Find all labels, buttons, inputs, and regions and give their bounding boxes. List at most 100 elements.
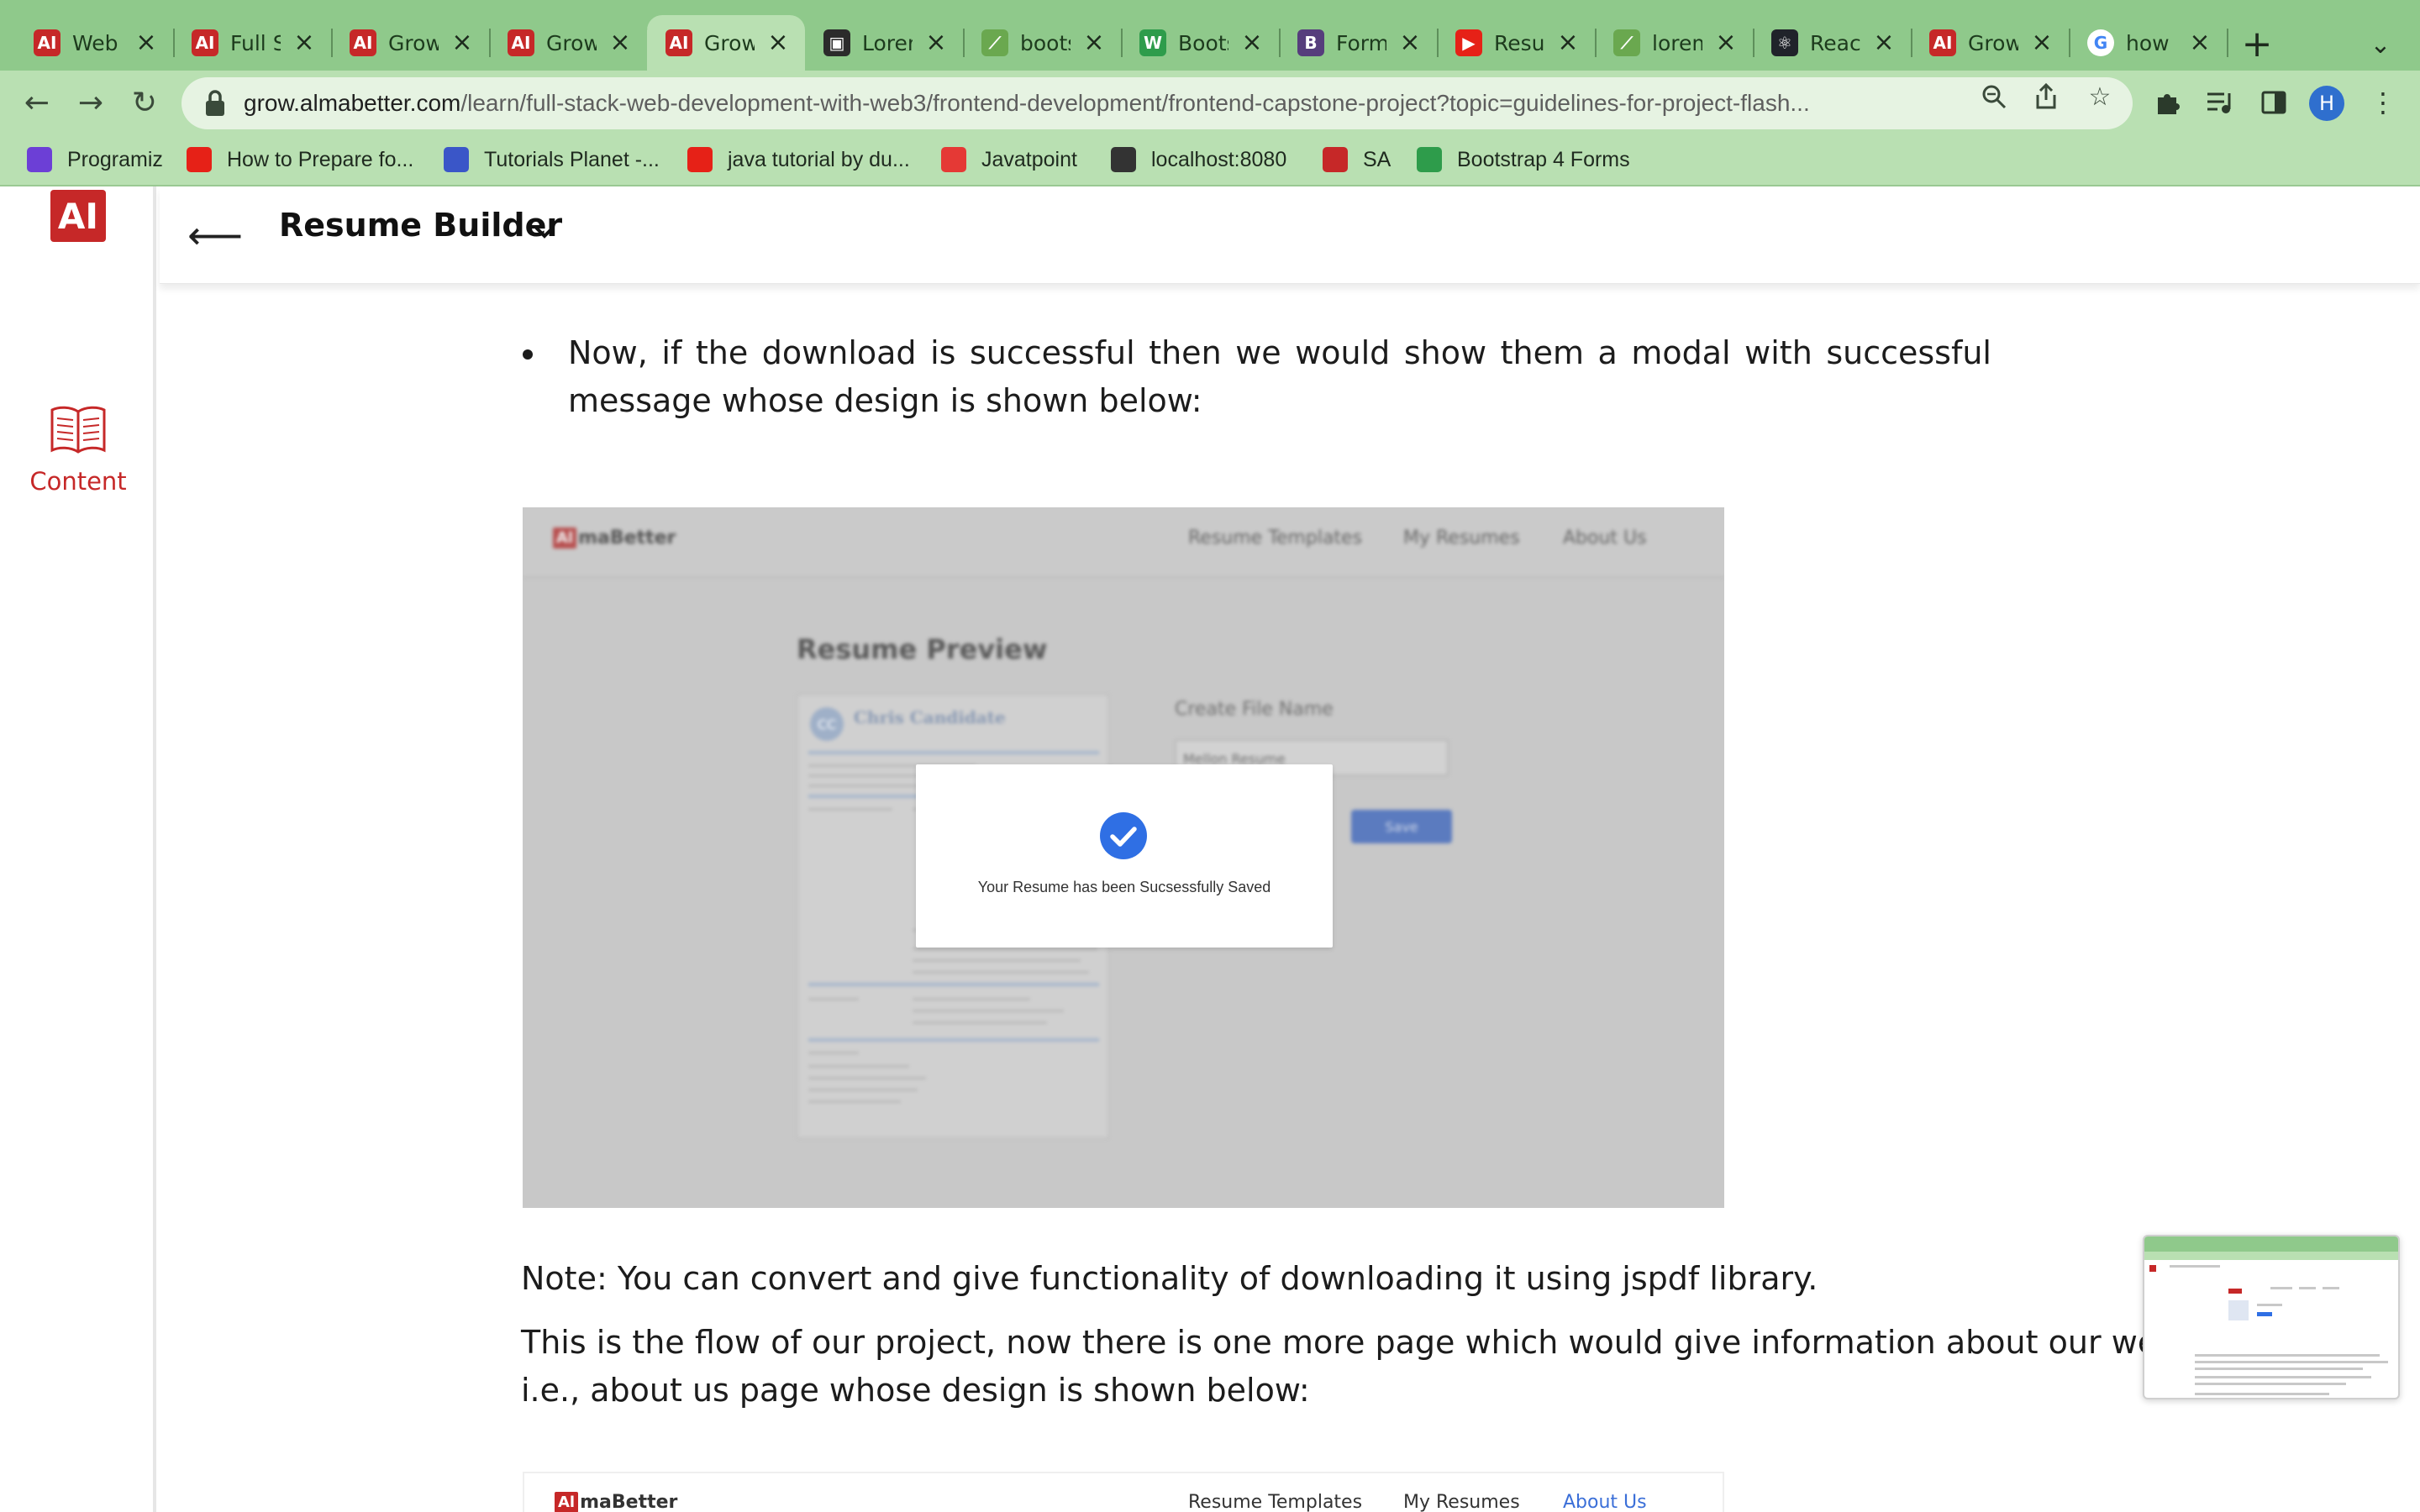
close-tab-icon[interactable]: × [2027,27,2057,57]
browser-tab[interactable]: Ghow to × [2069,15,2228,71]
tab-strip: + ⌄ AI Web Development × AI Full Stack × AI Gro… [0,0,2420,74]
close-tab-icon[interactable]: × [1711,27,1741,57]
side-panel-icon[interactable] [2252,81,2296,124]
tab-title: Lorem [862,30,913,55]
reload-icon[interactable]: ↻ [123,81,166,124]
browser-tab[interactable]: ⟋ bootstrap × [963,15,1123,71]
bookmark-label: Bootstrap 4 Forms [1457,147,1630,171]
mock-preview-title: Resume Preview [797,633,1048,665]
youtube-favicon-icon: ▶ [1455,29,1482,56]
almabetter-favicon-icon: AI [192,29,218,56]
browser-chrome: + ⌄ AI Web Development × AI Full Stack × AI Gro… [0,0,2420,186]
browser-tab[interactable]: AI Grow × [489,15,649,71]
bookmark-item[interactable]: SA [1323,143,1391,176]
bookmark-star-icon[interactable]: ☆ [2082,79,2118,114]
design-screenshot-success-modal: Al maBetter Resume Templates My Resumes A… [523,507,1724,1208]
bookmark-item[interactable]: Bootstrap 4 Forms [1417,143,1630,176]
tab-title: Full Stack [230,30,281,55]
almabetter-icon [1323,147,1348,172]
bookmark-item[interactable]: Tutorials Planet -... [444,143,660,176]
bootstrap-favicon-icon: B [1297,29,1324,56]
profile-avatar[interactable]: H [2309,86,2344,121]
bookmark-item[interactable]: Javatpoint [941,143,1077,176]
chevron-down-icon[interactable] [526,213,563,250]
browser-tab[interactable]: AI Grow × [647,15,805,71]
close-tab-icon[interactable]: × [763,27,793,57]
back-arrow-icon[interactable]: ⟵ [187,210,243,260]
browser-tab[interactable]: ▶ Resume × [1437,15,1597,71]
close-tab-icon[interactable]: × [1395,27,1425,57]
close-tab-icon[interactable]: × [447,27,477,57]
bookmark-label: Javatpoint [981,147,1077,171]
react-favicon-icon: ⚛ [1771,29,1798,56]
close-tab-icon[interactable]: × [1553,27,1583,57]
bookmark-item[interactable]: How to Prepare fo... [187,143,413,176]
back-arrow-icon[interactable]: ← [15,81,59,124]
zoom-icon[interactable] [1976,79,2012,114]
browser-toolbar: ← → ↻ grow.almabetter.com/learn/full-sta… [0,71,2420,134]
sidebar-item-content[interactable]: Content [17,403,139,496]
browser-tab[interactable]: AI Grow × [331,15,491,71]
bookmark-item[interactable]: localhost:8080 [1111,143,1286,176]
tab-title: Grow [388,30,439,55]
youtube-icon [687,147,713,172]
almabetter-favicon-icon: AI [34,29,60,56]
address-bar[interactable]: grow.almabetter.com/learn/full-stack-web… [182,77,2133,129]
close-tab-icon[interactable]: × [1079,27,1109,57]
bootsnipp-favicon-icon: ⟋ [1613,29,1640,56]
tab-title: Grow [704,30,755,55]
lesson-content-continued: Note: You can convert and give functiona… [521,1255,2235,1415]
browser-menu-icon[interactable]: ⋮ [2361,81,2405,124]
browser-tab[interactable]: ▣ Lorem × [805,15,965,71]
browser-tab[interactable]: AI Full Stack × [173,15,333,71]
modal-message: Your Resume has been Sucsessfully Saved [977,879,1271,895]
browser-tab[interactable]: W Bootstrap × [1121,15,1281,71]
close-tab-icon[interactable]: × [2185,27,2215,57]
bookmarks-bar: Programiz How to Prepare fo... Tutorials P… [0,134,2420,186]
bullet-paragraph: Now, if the download is successful then … [521,329,1991,425]
success-modal: Your Resume has been Sucsessfully Saved [916,764,1333,948]
bootsnipp-favicon-icon: ⟋ [981,29,1008,56]
lesson-header: ⟵ Resume Builder [160,186,2420,284]
mock-save-button: Save [1351,810,1452,843]
bookmark-item[interactable]: java tutorial by du... [687,143,910,176]
browser-tab[interactable]: AI Grow × [1911,15,2070,71]
bookmark-label: Tutorials Planet -... [484,147,660,171]
mock-logo: Al maBetter [553,528,676,549]
close-tab-icon[interactable]: × [1869,27,1899,57]
almabetter-logo[interactable]: AI [50,190,106,242]
browser-tab[interactable]: ⚛ React × [1753,15,1912,71]
mock-logo: Al maBetter [555,1492,677,1512]
forward-arrow-icon[interactable]: → [69,81,113,124]
w3schools-favicon-icon: W [1139,29,1166,56]
bookmark-label: SA [1363,147,1392,171]
close-tab-icon[interactable]: × [1237,27,1267,57]
close-tab-icon[interactable]: × [131,27,161,57]
tab-title: how to [2126,30,2176,55]
mock-nav-resume-templates: Resume Templates [1188,1492,1363,1512]
browser-tab[interactable]: B Forms × [1279,15,1439,71]
new-tab-button[interactable]: + [2235,22,2279,66]
bookmark-label: localhost:8080 [1151,147,1287,171]
close-tab-icon[interactable]: × [289,27,319,57]
close-tab-icon[interactable]: × [605,27,635,57]
tab-search-chevron-icon[interactable]: ⌄ [2361,25,2400,64]
tab-title: Grow [1968,30,2018,55]
tab-title: Resume [1494,30,1544,55]
sidebar: AI Content [0,186,156,1512]
extensions-puzzle-icon[interactable] [2146,81,2190,124]
share-icon[interactable] [2028,79,2064,114]
browser-tab[interactable]: ⟋ lorem × [1595,15,1754,71]
mock-nav-about-us: About Us [1563,1492,1647,1512]
page-preview-thumbnail[interactable] [2143,1235,2400,1399]
tab-title: React [1810,30,1860,55]
bookmark-label: Programiz [67,147,163,171]
lesson-content: Now, if the download is successful then … [521,329,2235,425]
bookmark-label: How to Prepare fo... [227,147,414,171]
tab-title: Bootstrap [1178,30,1228,55]
browser-tab[interactable]: AI Web Development × [15,15,175,71]
bookmark-item[interactable]: Programiz [27,143,163,176]
page: AI Content ⟵ Resume Builder Now, if the … [0,186,2420,1512]
media-control-icon[interactable] [2198,81,2242,124]
close-tab-icon[interactable]: × [921,27,951,57]
